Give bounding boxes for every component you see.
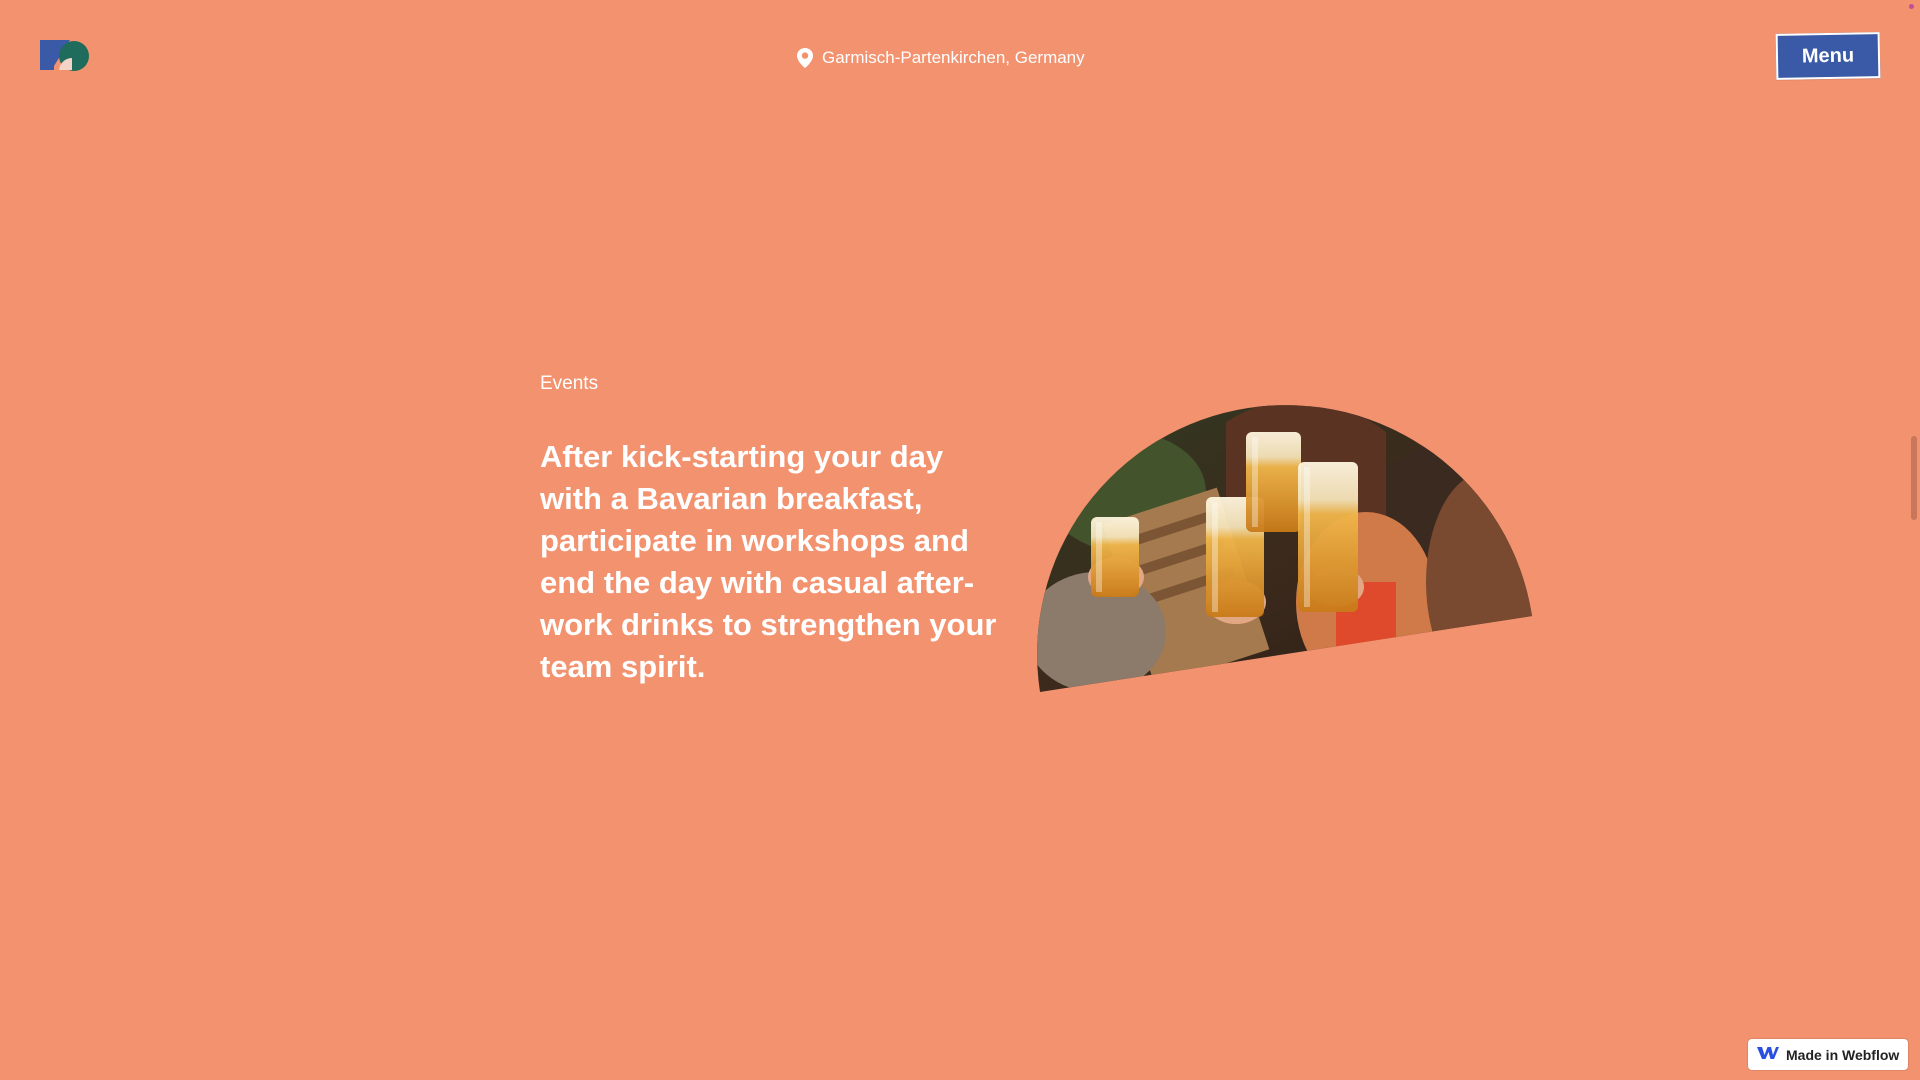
location-text: Garmisch-Partenkirchen, Germany <box>822 48 1085 67</box>
map-pin-icon <box>796 47 814 69</box>
section-label: Events <box>540 373 599 394</box>
webflow-badge-label: Made in Webflow <box>1786 1046 1900 1063</box>
location-link[interactable]: Garmisch-Partenkirchen, Germany <box>796 46 1085 70</box>
brand-logo-icon[interactable] <box>38 36 94 76</box>
made-in-webflow-badge[interactable]: Made in Webflow <box>1748 1039 1908 1070</box>
event-photo <box>1036 402 1536 698</box>
corner-indicator <box>1909 4 1914 9</box>
webflow-logo-icon <box>1756 1045 1780 1064</box>
menu-button[interactable]: Menu <box>1775 32 1881 80</box>
section-headline: After kick-starting your day with a Bava… <box>540 439 997 684</box>
page: Garmisch-Partenkirchen, Germany Menu Eve… <box>0 0 1920 1080</box>
scrollbar-thumb[interactable] <box>1911 436 1917 520</box>
